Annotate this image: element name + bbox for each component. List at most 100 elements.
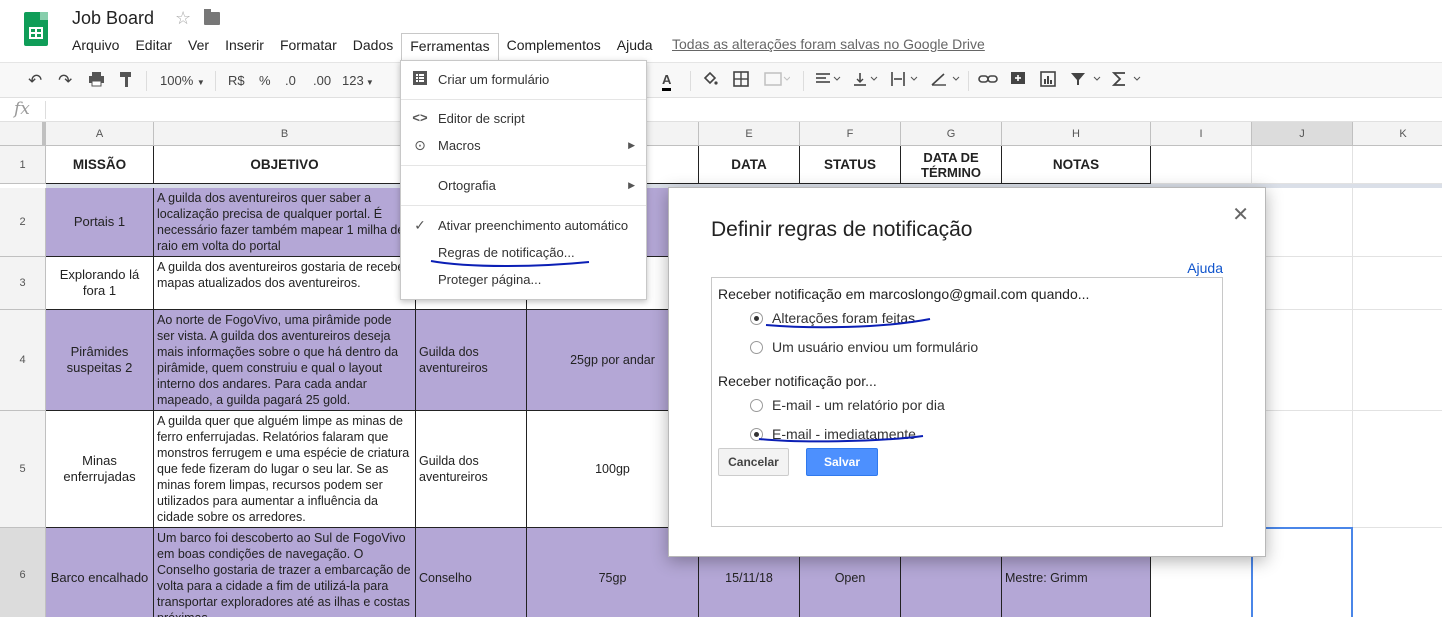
text-color-icon[interactable]: A: [662, 71, 672, 91]
radio-option-form-submitted[interactable]: Um usuário enviou um formulário: [750, 337, 978, 357]
print-icon[interactable]: [88, 71, 105, 91]
cell-j2[interactable]: [1252, 188, 1353, 257]
menu-ferramentas[interactable]: Ferramentas: [401, 33, 499, 61]
cell-a2[interactable]: Portais 1: [46, 188, 154, 257]
cell-a4[interactable]: Pirâmides suspeitas 2: [46, 310, 154, 411]
cell-a6[interactable]: Barco encalhado: [46, 528, 154, 617]
insert-comment-icon[interactable]: [1010, 71, 1026, 91]
cell-j1[interactable]: [1252, 146, 1353, 184]
radio-option-daily-digest[interactable]: E-mail - um relatório por dia: [750, 395, 945, 415]
paint-format-icon[interactable]: [119, 71, 133, 91]
filter-icon[interactable]: [1070, 71, 1102, 91]
menu-item-macros[interactable]: ⊙ Macros ▶: [401, 133, 646, 159]
document-title[interactable]: Job Board: [72, 8, 154, 29]
menu-item-spelling[interactable]: Ortografia ▶: [401, 173, 646, 199]
menu-dados[interactable]: Dados: [345, 33, 401, 57]
cell-k1[interactable]: [1353, 146, 1442, 184]
column-header-g[interactable]: G: [901, 122, 1002, 146]
column-header-f[interactable]: F: [800, 122, 901, 146]
column-header-i[interactable]: I: [1151, 122, 1252, 146]
row-header-6[interactable]: 6: [0, 528, 46, 617]
insert-link-icon[interactable]: [978, 71, 998, 91]
select-all-corner[interactable]: [0, 122, 46, 146]
text-rotation-icon[interactable]: [930, 71, 960, 91]
column-header-b[interactable]: B: [154, 122, 416, 146]
header-cell-status[interactable]: STATUS: [800, 146, 901, 184]
menu-item-create-form[interactable]: Criar um formulário: [401, 67, 646, 93]
merge-cells-icon[interactable]: [764, 71, 791, 91]
header-cell-date[interactable]: DATA: [699, 146, 800, 184]
align-vertical-icon[interactable]: [852, 71, 878, 91]
cell-k5[interactable]: [1353, 411, 1442, 528]
header-cell-end-date[interactable]: DATA DE TÉRMINO: [901, 146, 1002, 184]
menu-editar[interactable]: Editar: [127, 33, 180, 57]
cell-b6[interactable]: Um barco foi descoberto ao Sul de FogoVi…: [154, 528, 416, 617]
cell-j5[interactable]: [1252, 411, 1353, 528]
menu-ajuda[interactable]: Ajuda: [609, 33, 661, 57]
menu-item-autocomplete[interactable]: ✓ Ativar preenchimento automático: [401, 213, 646, 239]
menu-ver[interactable]: Ver: [180, 33, 217, 57]
row-header-4[interactable]: 4: [0, 310, 46, 411]
cell-a5[interactable]: Minas enferrujadas: [46, 411, 154, 528]
currency-format-button[interactable]: R$: [228, 71, 245, 91]
insert-chart-icon[interactable]: [1040, 71, 1056, 91]
cell-c6[interactable]: Conselho: [416, 528, 527, 617]
redo-icon[interactable]: ↷: [58, 71, 72, 91]
save-status-link[interactable]: Todas as alterações foram salvas no Goog…: [672, 36, 985, 52]
zoom-select[interactable]: 100% ▼: [160, 71, 205, 91]
cell-j3[interactable]: [1252, 257, 1353, 310]
column-header-h[interactable]: H: [1002, 122, 1151, 146]
cell-a3[interactable]: Explorando lá fora 1: [46, 257, 154, 310]
align-horizontal-icon[interactable]: [815, 71, 841, 91]
close-icon[interactable]: ✕: [1232, 202, 1249, 227]
folder-icon[interactable]: [204, 9, 220, 25]
header-cell-objective[interactable]: OBJETIVO: [154, 146, 416, 184]
cell-k2[interactable]: [1353, 188, 1442, 257]
radio-daily-digest[interactable]: [750, 398, 763, 412]
cancel-button[interactable]: Cancelar: [718, 448, 789, 476]
cell-k6[interactable]: [1353, 528, 1442, 617]
menu-complementos[interactable]: Complementos: [499, 33, 609, 57]
row-header-3[interactable]: 3: [0, 257, 46, 310]
functions-icon[interactable]: [1111, 71, 1142, 91]
cell-c5[interactable]: Guilda dos aventureiros: [416, 411, 527, 528]
cell-i1[interactable]: [1151, 146, 1252, 184]
save-button[interactable]: Salvar: [806, 448, 878, 476]
radio-changes-made[interactable]: [750, 311, 763, 325]
star-icon[interactable]: ☆: [175, 8, 191, 29]
menu-item-protect-sheet[interactable]: Proteger página...: [401, 267, 646, 293]
column-header-a[interactable]: A: [46, 122, 154, 146]
percent-format-button[interactable]: %: [259, 71, 271, 91]
header-cell-notes[interactable]: NOTAS: [1002, 146, 1151, 184]
radio-form-submitted[interactable]: [750, 340, 763, 354]
cell-c4[interactable]: Guilda dos aventureiros: [416, 310, 527, 411]
row-header-1[interactable]: 1: [0, 146, 46, 184]
sheets-logo-icon[interactable]: [24, 12, 48, 46]
borders-icon[interactable]: [733, 71, 749, 91]
decrease-decimals-button[interactable]: .0: [285, 71, 296, 91]
column-header-e[interactable]: E: [699, 122, 800, 146]
cell-j4[interactable]: [1252, 310, 1353, 411]
undo-icon[interactable]: ↶: [28, 71, 42, 91]
cell-k4[interactable]: [1353, 310, 1442, 411]
cell-k3[interactable]: [1353, 257, 1442, 310]
header-cell-mission[interactable]: MISSÃO: [46, 146, 154, 184]
help-link[interactable]: Ajuda: [1187, 260, 1223, 276]
menu-item-script-editor[interactable]: <> Editor de script: [401, 106, 646, 132]
menu-inserir[interactable]: Inserir: [217, 33, 272, 57]
formula-bar[interactable]: fx: [0, 98, 1442, 122]
cell-b4[interactable]: Ao norte de FogoVivo, uma pirâmide pode …: [154, 310, 416, 411]
row-header-2[interactable]: 2: [0, 188, 46, 257]
menu-formatar[interactable]: Formatar: [272, 33, 345, 57]
column-header-k[interactable]: K: [1353, 122, 1442, 146]
row-header-5[interactable]: 5: [0, 411, 46, 528]
text-wrap-icon[interactable]: [890, 71, 918, 91]
cell-b5[interactable]: A guilda quer que alguém limpe as minas …: [154, 411, 416, 528]
fill-color-icon[interactable]: [702, 71, 718, 91]
cell-b3[interactable]: A guilda dos aventureiros gostaria de re…: [154, 257, 416, 310]
column-header-j[interactable]: J: [1252, 122, 1353, 146]
increase-decimals-button[interactable]: .00: [313, 71, 331, 91]
more-formats-select[interactable]: 123 ▼: [342, 71, 374, 91]
menu-arquivo[interactable]: Arquivo: [64, 33, 127, 57]
cell-b2[interactable]: A guilda dos aventureiros quer saber a l…: [154, 188, 416, 257]
